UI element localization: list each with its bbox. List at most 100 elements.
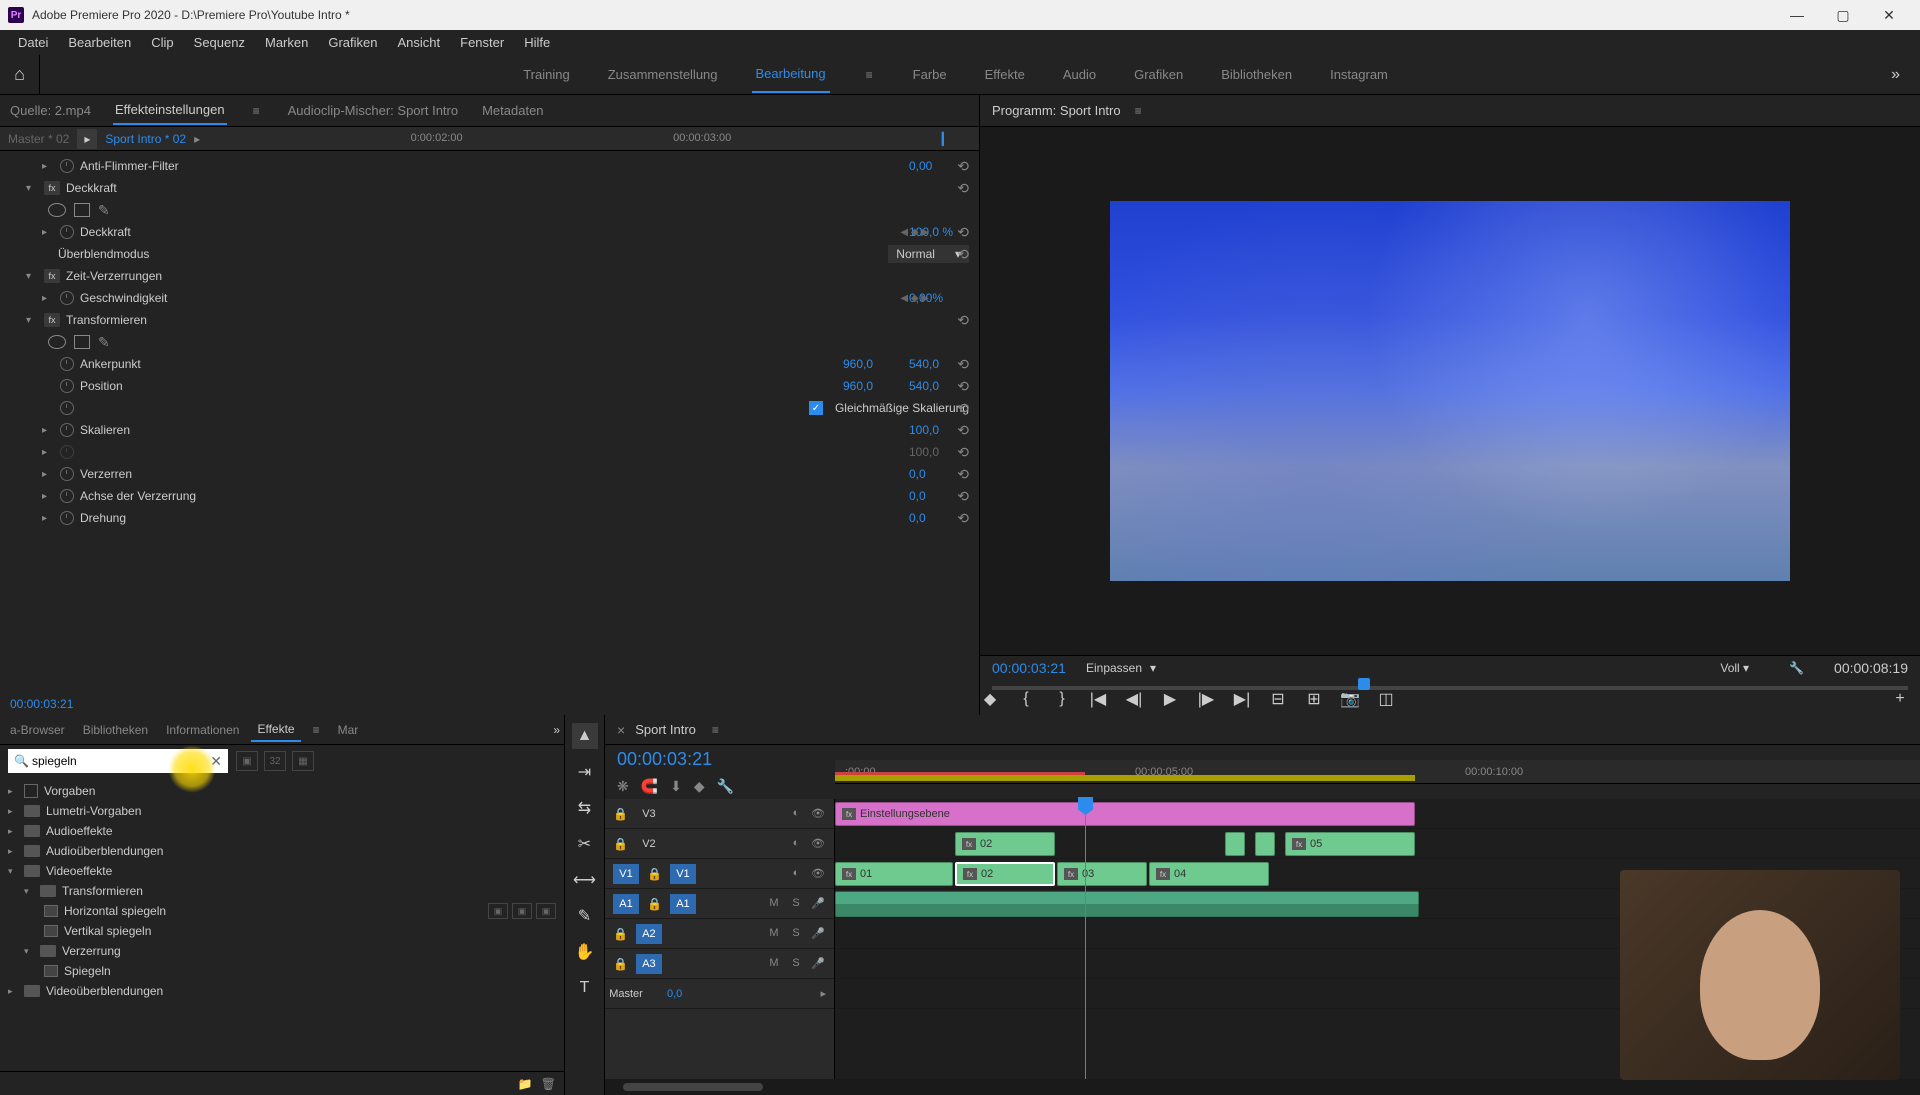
new-bin-icon[interactable]: 📁 — [518, 1077, 533, 1091]
reset-icon[interactable]: ⟲ — [957, 466, 969, 483]
lock-icon[interactable]: 🔒 — [613, 927, 628, 941]
search-clear-icon[interactable]: ✕ — [210, 753, 222, 770]
uniform-scale-checkbox[interactable]: ✓ — [809, 401, 823, 415]
solo-icon[interactable]: S — [788, 897, 804, 910]
tab-bibliotheken[interactable]: Bibliotheken — [77, 719, 154, 741]
type-tool-icon[interactable]: T — [572, 975, 598, 1001]
reset-icon[interactable]: ⟲ — [957, 510, 969, 527]
reset-icon[interactable]: ⟲ — [957, 356, 969, 373]
folder-vorgaben[interactable]: Vorgaben — [44, 784, 95, 798]
menu-grafiken[interactable]: Grafiken — [318, 31, 387, 54]
lift-icon[interactable]: ⊟ — [1268, 689, 1288, 709]
maximize-button[interactable]: ▢ — [1820, 0, 1866, 30]
expand-arrow[interactable]: ▸ — [8, 786, 18, 797]
stopwatch-icon[interactable] — [60, 489, 74, 503]
reset-icon[interactable]: ⟲ — [957, 224, 969, 241]
stopwatch-icon[interactable] — [60, 225, 74, 239]
mask-pen-icon[interactable]: ✎ — [98, 202, 110, 219]
effect-horizontal-spiegeln[interactable]: Horizontal spiegeln — [64, 904, 166, 918]
delete-icon[interactable]: 🗑 — [541, 1077, 556, 1091]
add-button-icon[interactable]: + — [1890, 689, 1910, 709]
tab-browser[interactable]: a-Browser — [4, 719, 71, 741]
expand-arrow[interactable]: ▸ — [42, 469, 54, 480]
timeline-close-icon[interactable]: × — [617, 722, 625, 738]
effect-vertikal-spiegeln[interactable]: Vertikal spiegeln — [64, 924, 151, 938]
collapse-arrow[interactable]: ▾ — [26, 183, 38, 194]
stopwatch-icon[interactable] — [60, 511, 74, 525]
keyframe-nav[interactable]: ◀ ◆ ▶ — [900, 227, 929, 238]
expand-arrow[interactable]: ▸ — [8, 986, 18, 997]
tab-informationen[interactable]: Informationen — [160, 719, 245, 741]
fx-badge[interactable]: fx — [44, 313, 60, 327]
yuv-badge-icon[interactable]: ▦ — [292, 751, 314, 771]
clip-v2-small2[interactable] — [1255, 832, 1275, 856]
tab-effekte-menu[interactable]: ≡ — [307, 723, 326, 737]
master-value[interactable]: 0,0 — [667, 988, 682, 1000]
wrench-icon[interactable]: 🔧 — [1789, 661, 1804, 675]
expand-arrow[interactable]: ▸ — [8, 806, 18, 817]
accelerated-badge-icon[interactable]: ▣ — [236, 751, 258, 771]
reset-icon[interactable]: ⟲ — [957, 158, 969, 175]
expand-arrow[interactable]: ▸ — [42, 425, 54, 436]
track-select-tool-icon[interactable]: ⇥ — [572, 759, 598, 785]
expand-arrow[interactable]: ▸ — [42, 447, 54, 458]
fx-badge[interactable]: fx — [44, 181, 60, 195]
out-point-icon[interactable]: } — [1052, 689, 1072, 709]
home-button[interactable]: ⌂ — [0, 55, 40, 95]
menu-ansicht[interactable]: Ansicht — [387, 31, 450, 54]
menu-bearbeiten[interactable]: Bearbeiten — [58, 31, 141, 54]
folder-transform[interactable]: Transformieren — [62, 884, 143, 898]
expand-arrow[interactable]: ▸ — [8, 846, 18, 857]
tab-metadaten[interactable]: Metadaten — [480, 97, 545, 124]
track-output-icon[interactable]: ◐ — [788, 867, 804, 880]
timeline-scrollbar[interactable] — [605, 1079, 1920, 1095]
stopwatch-icon[interactable] — [60, 379, 74, 393]
voice-icon[interactable]: 🎤 — [810, 897, 826, 910]
expand-arrow[interactable]: ▸ — [42, 491, 54, 502]
reset-icon[interactable]: ⟲ — [957, 378, 969, 395]
ws-audio[interactable]: Audio — [1059, 57, 1100, 92]
expand-master-icon[interactable]: ▸ — [820, 987, 826, 1000]
mute-icon[interactable]: M — [766, 927, 782, 940]
track-v1[interactable]: V1 — [670, 864, 696, 884]
snap-icon[interactable]: ❋ — [617, 778, 629, 795]
work-area[interactable] — [835, 775, 1415, 781]
mask-rect-icon[interactable] — [74, 335, 90, 349]
hand-tool-icon[interactable]: ✋ — [572, 939, 598, 965]
mute-icon[interactable]: M — [766, 957, 782, 970]
clip-adjustment-layer[interactable]: fxEinstellungsebene — [835, 802, 1415, 826]
ws-training[interactable]: Training — [519, 57, 573, 92]
reset-icon[interactable]: ⟲ — [957, 246, 969, 263]
collapse-arrow[interactable]: ▾ — [26, 315, 38, 326]
reset-icon[interactable]: ⟲ — [957, 488, 969, 505]
expand-arrow[interactable]: ▸ — [42, 161, 54, 172]
minimize-button[interactable]: — — [1774, 0, 1820, 30]
track-visible-icon[interactable]: 👁 — [810, 867, 826, 880]
timeline-timecode[interactable]: 00:00:03:21 — [605, 745, 835, 774]
track-a2[interactable]: A2 — [636, 924, 662, 944]
mask-ellipse-icon[interactable] — [48, 203, 66, 217]
resolution-dropdown[interactable]: Voll ▾ — [1720, 661, 1749, 675]
tab-menu-icon[interactable]: ≡ — [247, 104, 266, 118]
track-a1[interactable]: A1 — [670, 894, 696, 914]
effects-search-input[interactable] — [8, 749, 228, 773]
master-chevron[interactable]: ▸ — [77, 129, 97, 149]
menu-fenster[interactable]: Fenster — [450, 31, 514, 54]
reset-icon[interactable]: ⟲ — [957, 444, 969, 461]
settings-icon[interactable]: ◆ — [694, 778, 705, 795]
tab-overflow[interactable]: » — [553, 723, 560, 737]
tab-mar[interactable]: Mar — [332, 719, 365, 741]
ripple-tool-icon[interactable]: ⇆ — [572, 795, 598, 821]
scroll-thumb[interactable] — [623, 1083, 763, 1091]
stopwatch-icon[interactable] — [60, 357, 74, 371]
menu-sequenz[interactable]: Sequenz — [184, 31, 255, 54]
extract-icon[interactable]: ⊞ — [1304, 689, 1324, 709]
ws-grafiken[interactable]: Grafiken — [1130, 57, 1187, 92]
collapse-arrow[interactable]: ▾ — [24, 886, 34, 897]
ws-bearbeitung[interactable]: Bearbeitung — [752, 56, 830, 93]
reset-icon[interactable]: ⟲ — [957, 400, 969, 417]
slip-tool-icon[interactable]: ⟷ — [572, 867, 598, 893]
stopwatch-icon[interactable] — [60, 401, 74, 415]
voice-icon[interactable]: 🎤 — [810, 927, 826, 940]
lock-icon[interactable]: 🔒 — [647, 867, 662, 881]
